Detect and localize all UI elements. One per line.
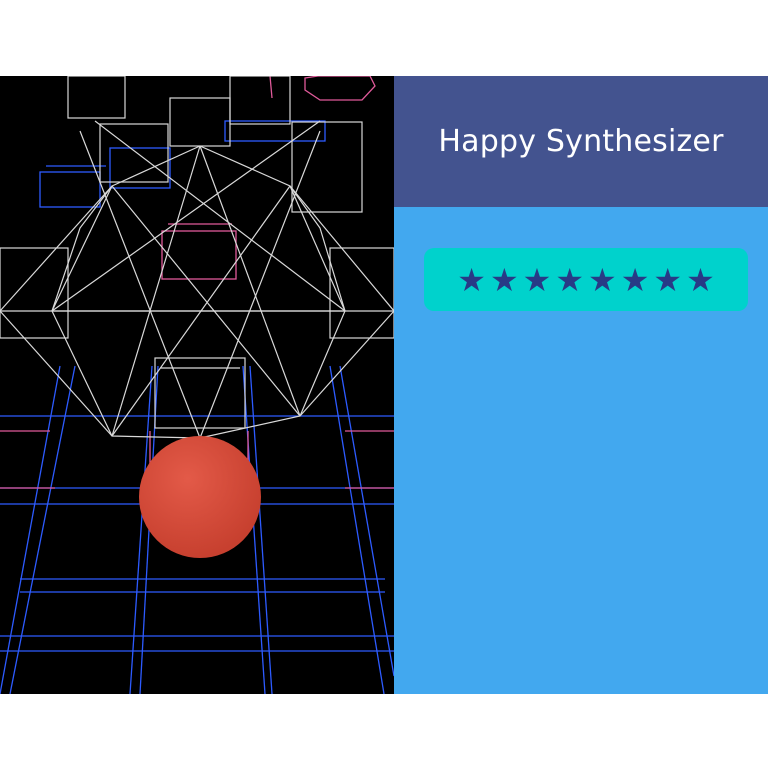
player-ball[interactable] [139, 436, 261, 558]
wireframe-scene [0, 76, 394, 694]
floor-grid [0, 120, 394, 694]
star-icon: ★ [620, 260, 650, 299]
star-icon: ★ [686, 260, 715, 299]
pink-accents [0, 76, 394, 489]
rating-badge: ★ ★ ★ ★ ★ ★ ★ ★ [424, 248, 748, 311]
star-icon: ★ [457, 260, 486, 299]
star-icon: ★ [489, 260, 519, 299]
star-icon: ★ [588, 260, 617, 299]
white-wireframe [0, 76, 394, 439]
star-icon: ★ [522, 260, 552, 299]
star-rating: ★ ★ ★ ★ ★ ★ ★ ★ [457, 264, 715, 296]
star-icon: ★ [653, 260, 683, 299]
game-viewport[interactable] [0, 76, 394, 694]
side-panel: Happy Synthesizer ★ ★ ★ ★ ★ ★ ★ ★ [394, 76, 768, 694]
title-bar: Happy Synthesizer [394, 76, 768, 207]
game-title: Happy Synthesizer [438, 124, 724, 159]
star-icon: ★ [555, 260, 584, 299]
